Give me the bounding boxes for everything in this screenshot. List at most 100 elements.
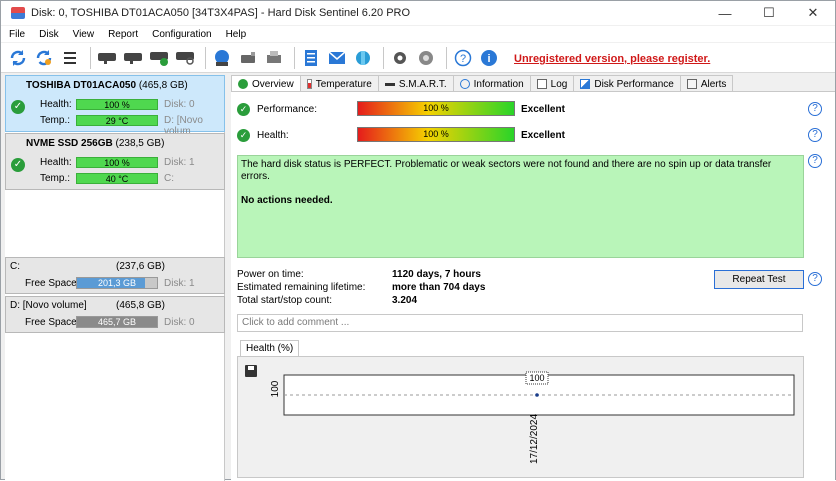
tab-label: S.M.A.R.T. (398, 78, 447, 90)
health-label: Health: (257, 130, 289, 141)
help-icon[interactable]: ? (808, 154, 822, 168)
refresh-icon[interactable] (7, 47, 29, 69)
performance-chart-icon (580, 79, 591, 89)
tab-health-chart[interactable]: Health (%) (240, 340, 300, 357)
menu-help[interactable]: Help (226, 29, 247, 40)
disk-name: TOSHIBA DT01ACA050 (26, 80, 137, 91)
volume-disk: Disk: 0 (164, 317, 195, 328)
overview-panel: ✓ Performance: 100 % Excellent ? ✓ Healt… (231, 91, 835, 481)
svg-text:i: i (487, 53, 490, 65)
temp-label: Temp.: (40, 173, 71, 184)
help-icon[interactable]: ? (808, 272, 822, 286)
actions-text: No actions needed. (241, 195, 333, 206)
tab-alerts[interactable]: Alerts (679, 75, 734, 92)
disk-list-panel: TOSHIBA DT01ACA050 (465,8 GB) ✓ Health: … (5, 75, 225, 481)
unregistered-link[interactable]: Unregistered version, please register. (514, 53, 710, 65)
check-icon: ✓ (11, 100, 25, 114)
check-icon: ✓ (237, 103, 250, 116)
volume-name: C: (10, 261, 20, 272)
menu-report[interactable]: Report (108, 29, 138, 40)
alerts-icon (686, 79, 697, 89)
check-icon (238, 79, 248, 89)
volume-entry-d[interactable]: D: [Novo volume] (465,8 GB) Free Space 4… (5, 296, 225, 333)
disk-ok-icon[interactable] (148, 47, 170, 69)
minimize-button[interactable]: — (703, 1, 747, 25)
free-space-bar: 201,3 GB (76, 277, 158, 289)
disk-entry-0[interactable]: TOSHIBA DT01ACA050 (465,8 GB) ✓ Health: … (5, 75, 225, 137)
toolbar-separator (205, 46, 206, 69)
disk-name: NVME SSD 256GB (26, 138, 113, 149)
tab-overview[interactable]: Overview (231, 75, 301, 92)
check-icon: ✓ (11, 158, 25, 172)
health-bar: 100 % (76, 99, 158, 110)
menu-disk[interactable]: Disk (39, 29, 58, 40)
close-button[interactable]: ✕ (791, 1, 835, 25)
info-icon[interactable]: i (478, 47, 500, 69)
tab-label: Information (473, 78, 524, 90)
tab-label: Disk Performance (594, 78, 674, 90)
comment-field[interactable]: Click to add comment ... (237, 314, 803, 332)
performance-bar: 100 % (357, 101, 515, 116)
volume-size: (237,6 GB) (116, 261, 165, 272)
email-icon[interactable] (326, 47, 348, 69)
tab-disk-performance[interactable]: Disk Performance (573, 75, 681, 92)
status-box: The hard disk status is PERFECT. Problem… (237, 155, 804, 258)
disk-number: Disk: 0 (164, 99, 195, 110)
gear-icon[interactable] (389, 47, 411, 69)
performance-rating: Excellent (521, 104, 565, 115)
startstop-label: Total start/stop count: (237, 295, 333, 306)
help-icon[interactable]: ? (452, 47, 474, 69)
temp-bar: 40 °C (76, 173, 158, 184)
svg-text:?: ? (460, 53, 466, 65)
data-label: 100 (529, 373, 544, 383)
menu-bar: File Disk View Report Configuration Help (1, 26, 835, 42)
usb-drive-icon[interactable] (237, 47, 259, 69)
disk-size: (238,5 GB) (115, 138, 165, 149)
volume-name: D: [Novo volume] (10, 300, 87, 311)
tab-label: Temperature (315, 78, 372, 90)
tab-temperature[interactable]: Temperature (299, 75, 379, 92)
tab-log[interactable]: Log (529, 75, 575, 92)
sound-icon[interactable] (415, 47, 437, 69)
help-icon[interactable]: ? (808, 102, 822, 116)
title-bar: Disk: 0, TOSHIBA DT01ACA050 [34T3X4PAS] … (1, 1, 835, 25)
disk-entry-1[interactable]: NVME SSD 256GB (238,5 GB) ✓ Health: 100 … (5, 133, 225, 190)
volume-entry-c[interactable]: C: (237,6 GB) Free Space 201,3 GB Disk: … (5, 257, 225, 294)
printer-icon[interactable] (263, 47, 285, 69)
startstop-value: 3.204 (392, 295, 418, 306)
network-drive-icon[interactable] (211, 47, 233, 69)
help-icon[interactable]: ? (808, 128, 822, 142)
smart-icon (384, 82, 395, 86)
health-chart: 100 100 17/12/2024 (270, 371, 795, 464)
menu-file[interactable]: File (9, 29, 25, 40)
report-icon[interactable] (300, 47, 322, 69)
menu-configuration[interactable]: Configuration (152, 29, 211, 40)
free-space-value: 201,3 GB (97, 278, 137, 288)
repeat-test-button[interactable]: Repeat Test (714, 270, 804, 289)
thermometer-icon (306, 79, 312, 89)
window-title: Disk: 0, TOSHIBA DT01ACA050 [34T3X4PAS] … (31, 7, 411, 19)
refresh-all-icon[interactable] (33, 47, 55, 69)
window-controls: — ☐ ✕ (703, 1, 835, 25)
tab-label: Alerts (700, 78, 727, 90)
data-point (535, 393, 539, 397)
health-bar: 100 % (76, 157, 158, 168)
list-icon[interactable] (59, 47, 81, 69)
check-icon: ✓ (237, 129, 250, 142)
health-bar: 100 % (357, 127, 515, 142)
disk-icon[interactable] (96, 47, 118, 69)
tab-information[interactable]: Information (452, 75, 531, 92)
health-label: Health: (40, 157, 72, 168)
lifetime-label: Estimated remaining lifetime: (237, 282, 366, 293)
network-icon[interactable] (352, 47, 374, 69)
disk-search-icon[interactable] (174, 47, 196, 69)
health-label: Health: (40, 99, 72, 110)
menu-view[interactable]: View (73, 29, 95, 40)
maximize-button[interactable]: ☐ (747, 1, 791, 25)
tab-smart[interactable]: S.M.A.R.T. (377, 75, 454, 92)
toolbar-separator (90, 46, 91, 69)
info-icon (459, 79, 470, 89)
tab-label: Overview (252, 78, 294, 90)
health-rating: Excellent (521, 130, 565, 141)
disk-test-icon[interactable] (122, 47, 144, 69)
